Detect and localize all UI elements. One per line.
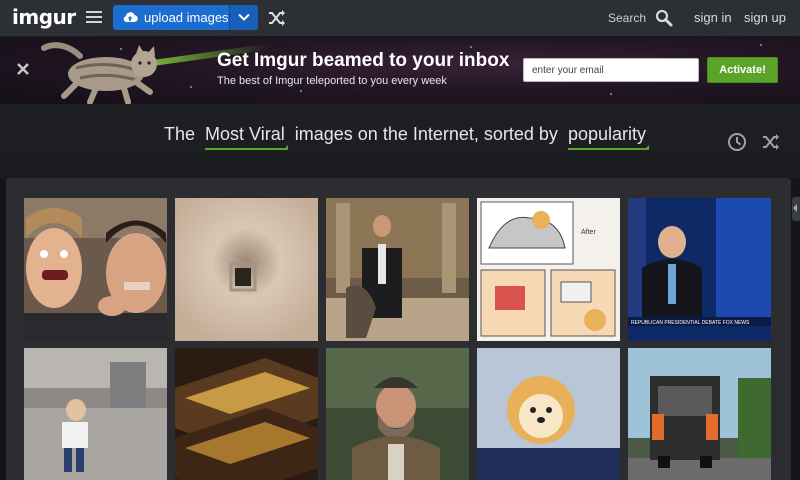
- star-decoration: [300, 90, 302, 92]
- gallery-thumbnail[interactable]: [628, 348, 771, 480]
- sort-selector[interactable]: popularity: [567, 124, 650, 150]
- gallery-thumbnail[interactable]: [326, 348, 469, 480]
- star-decoration: [470, 46, 472, 48]
- email-field[interactable]: [523, 58, 699, 82]
- gallery-thumbnail[interactable]: [175, 198, 318, 341]
- star-decoration: [760, 44, 762, 46]
- search-icon[interactable]: [655, 9, 673, 27]
- gallery-thumbnail[interactable]: REPUBLICAN PRESIDENTIAL DEBATE FOX NEWS: [628, 198, 771, 341]
- stacked-chocolate-bars-image: [175, 348, 318, 480]
- search-label[interactable]: Search: [608, 11, 646, 25]
- chevron-down-icon: [238, 13, 250, 21]
- debate-caption: REPUBLICAN PRESIDENTIAL DEBATE FOX NEWS: [631, 320, 750, 326]
- sort-headline: The Most Viral images on the Internet, s…: [0, 104, 800, 178]
- pomeranian-puppy-image: [477, 348, 620, 480]
- sign-up-link[interactable]: sign up: [744, 10, 786, 25]
- top-nav-bar: imgur upload images Search sign in sign …: [0, 0, 800, 37]
- gallery-thumbnail[interactable]: [175, 348, 318, 480]
- headline-middle: images on the Internet, sorted by: [294, 124, 558, 144]
- sign-in-link[interactable]: sign in: [694, 10, 732, 25]
- garbage-truck-workers-image: [628, 348, 771, 480]
- shuffle-icon[interactable]: [268, 9, 286, 27]
- section-selector[interactable]: Most Viral: [205, 124, 288, 150]
- activate-button[interactable]: Activate!: [707, 57, 778, 83]
- gallery-thumbnail[interactable]: [24, 198, 167, 341]
- upload-dropdown-button[interactable]: [229, 5, 258, 30]
- gallery-thumbnail[interactable]: [24, 348, 167, 480]
- comic-car-dog-image: After: [477, 198, 620, 341]
- comic-caption: After: [581, 229, 596, 236]
- shuffle-icon[interactable]: [762, 134, 780, 150]
- upload-images-label: upload images: [144, 10, 229, 25]
- gallery-thumbnail[interactable]: After: [477, 198, 620, 341]
- image-gallery: After REPUBLICAN PRESIDENTIAL DEBATE FOX…: [6, 178, 791, 480]
- star-decoration: [610, 93, 612, 95]
- headline-prefix: The: [164, 124, 196, 144]
- clock-icon[interactable]: [727, 132, 747, 152]
- gallery-thumbnail[interactable]: [477, 348, 620, 480]
- banner-subtitle: The best of Imgur teleported to you ever…: [217, 75, 447, 87]
- toddler-walking-image: [24, 348, 167, 480]
- flying-cat-illustration: [41, 42, 157, 104]
- banner-title: Get Imgur beamed to your inbox: [217, 50, 510, 71]
- headline-text: The Most Viral images on the Internet, s…: [164, 124, 651, 150]
- imgur-logo[interactable]: imgur: [12, 5, 76, 29]
- two-women-funny-faces-image: [24, 198, 167, 341]
- cloud-upload-icon: [123, 12, 138, 23]
- bearded-man-cap-image: [326, 348, 469, 480]
- menu-icon[interactable]: [86, 11, 102, 25]
- newsletter-banner: Get Imgur beamed to your inbox The best …: [0, 38, 800, 104]
- blurry-closeup-image: [175, 198, 318, 341]
- politician-debate-stage-image: REPUBLICAN PRESIDENTIAL DEBATE FOX NEWS: [628, 198, 771, 341]
- star-decoration: [190, 86, 192, 88]
- close-icon[interactable]: [16, 62, 30, 76]
- man-in-suit-hallway-image: [326, 198, 469, 341]
- imgur-page: imgur upload images Search sign in sign …: [0, 0, 800, 480]
- gallery-thumbnail[interactable]: [326, 198, 469, 341]
- side-panel-toggle[interactable]: [792, 197, 800, 221]
